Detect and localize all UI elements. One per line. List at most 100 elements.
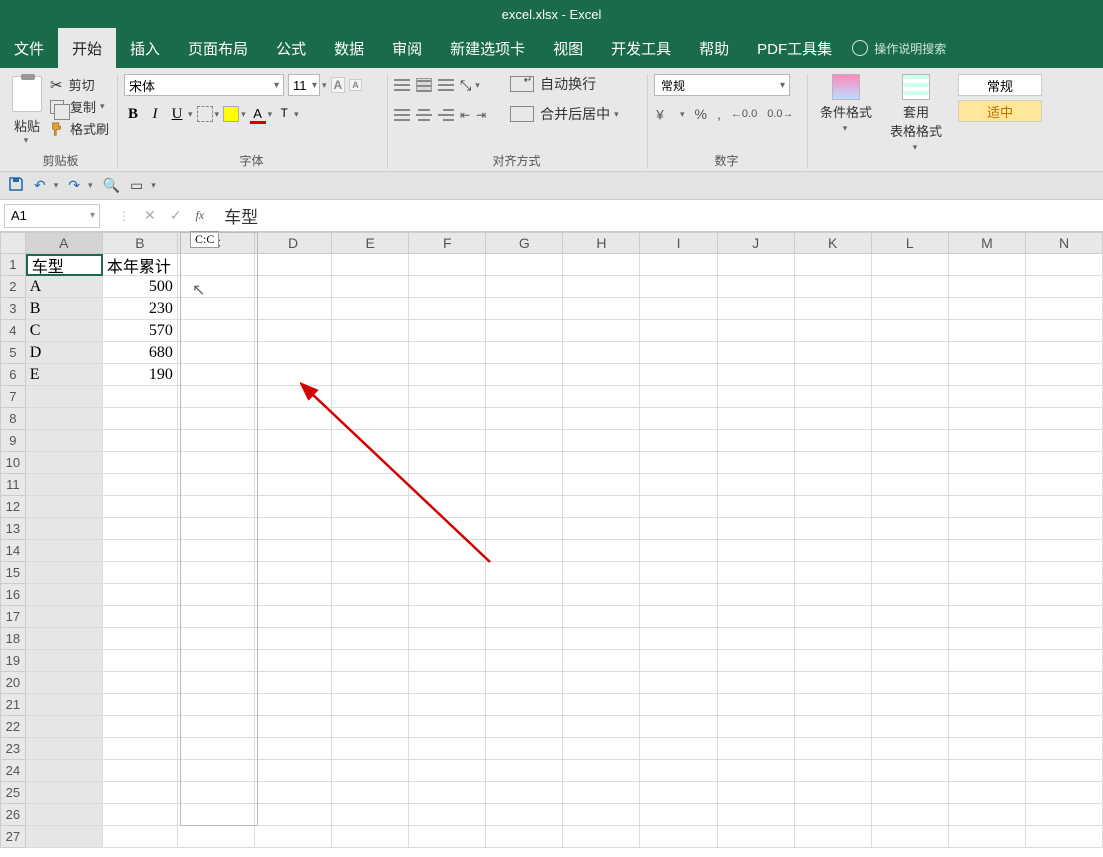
cell[interactable] bbox=[409, 540, 486, 562]
cell[interactable] bbox=[255, 694, 332, 716]
cell[interactable] bbox=[795, 562, 872, 584]
cell[interactable] bbox=[409, 298, 486, 320]
cell[interactable] bbox=[332, 386, 409, 408]
cell[interactable] bbox=[103, 672, 178, 694]
cell[interactable] bbox=[949, 738, 1026, 760]
cell[interactable] bbox=[255, 474, 332, 496]
cell[interactable] bbox=[332, 452, 409, 474]
cell[interactable] bbox=[718, 716, 795, 738]
tab-newtab[interactable]: 新建选项卡 bbox=[436, 28, 539, 68]
cell[interactable] bbox=[1026, 584, 1103, 606]
align-top-button[interactable] bbox=[394, 78, 410, 92]
align-left-button[interactable] bbox=[394, 108, 410, 122]
cell[interactable] bbox=[178, 826, 255, 848]
cell[interactable] bbox=[103, 694, 178, 716]
cell[interactable] bbox=[178, 716, 255, 738]
cell[interactable] bbox=[332, 540, 409, 562]
cell[interactable] bbox=[409, 452, 486, 474]
cell[interactable] bbox=[872, 320, 949, 342]
row-header[interactable]: 23 bbox=[0, 738, 26, 760]
cell[interactable] bbox=[26, 606, 103, 628]
cell[interactable] bbox=[26, 540, 103, 562]
cell[interactable] bbox=[949, 430, 1026, 452]
cell[interactable] bbox=[332, 298, 409, 320]
cell[interactable] bbox=[103, 716, 178, 738]
cell[interactable] bbox=[949, 298, 1026, 320]
format-painter-button[interactable]: 格式刷 bbox=[50, 118, 109, 139]
row-header[interactable]: 12 bbox=[0, 496, 26, 518]
cell[interactable] bbox=[949, 276, 1026, 298]
cell[interactable] bbox=[949, 716, 1026, 738]
cell[interactable] bbox=[26, 386, 103, 408]
cell[interactable] bbox=[563, 628, 640, 650]
cell[interactable] bbox=[332, 584, 409, 606]
row-header[interactable]: 9 bbox=[0, 430, 26, 452]
row-header[interactable]: 25 bbox=[0, 782, 26, 804]
tab-pdf[interactable]: PDF工具集 bbox=[743, 28, 846, 68]
cell[interactable] bbox=[563, 804, 640, 826]
font-name-select[interactable]: 宋体 bbox=[124, 74, 284, 96]
cell[interactable] bbox=[255, 606, 332, 628]
tab-formulas[interactable]: 公式 bbox=[262, 28, 320, 68]
cell[interactable] bbox=[103, 518, 178, 540]
cell[interactable] bbox=[795, 452, 872, 474]
cell-styles-gallery[interactable]: 常规 适中 bbox=[954, 74, 1042, 122]
cell[interactable]: 车型 bbox=[26, 254, 103, 276]
cell[interactable] bbox=[640, 606, 717, 628]
cell[interactable] bbox=[332, 804, 409, 826]
cell[interactable] bbox=[255, 518, 332, 540]
cell[interactable] bbox=[949, 628, 1026, 650]
cell[interactable] bbox=[103, 804, 178, 826]
cell[interactable] bbox=[795, 430, 872, 452]
font-color-button[interactable]: A bbox=[250, 106, 266, 122]
cell[interactable] bbox=[332, 364, 409, 386]
row-header[interactable]: 3 bbox=[0, 298, 26, 320]
cell[interactable] bbox=[1026, 782, 1103, 804]
cancel-formula-button[interactable]: ✕ bbox=[144, 207, 156, 224]
column-header-A[interactable]: A bbox=[26, 232, 103, 254]
cell[interactable] bbox=[872, 650, 949, 672]
cell[interactable] bbox=[486, 562, 563, 584]
cell[interactable] bbox=[795, 650, 872, 672]
cell[interactable] bbox=[26, 804, 103, 826]
cell[interactable] bbox=[409, 650, 486, 672]
chevron-down-icon[interactable]: ▾ bbox=[241, 109, 246, 120]
cell[interactable] bbox=[255, 738, 332, 760]
save-button[interactable] bbox=[8, 176, 24, 195]
cell[interactable] bbox=[718, 254, 795, 276]
cell[interactable] bbox=[178, 606, 255, 628]
cell[interactable] bbox=[872, 364, 949, 386]
cell[interactable] bbox=[332, 826, 409, 848]
cell[interactable] bbox=[486, 452, 563, 474]
cell[interactable] bbox=[178, 518, 255, 540]
cell[interactable]: 190 bbox=[103, 364, 178, 386]
cell[interactable] bbox=[26, 716, 103, 738]
cell[interactable] bbox=[409, 342, 486, 364]
cell[interactable] bbox=[640, 562, 717, 584]
row-header[interactable]: 27 bbox=[0, 826, 26, 848]
cell[interactable] bbox=[103, 826, 178, 848]
cell[interactable] bbox=[718, 562, 795, 584]
cell[interactable] bbox=[795, 584, 872, 606]
tab-insert[interactable]: 插入 bbox=[116, 28, 174, 68]
cell[interactable] bbox=[795, 518, 872, 540]
cell[interactable] bbox=[718, 672, 795, 694]
column-header-E[interactable]: E bbox=[332, 232, 409, 254]
wrap-text-button[interactable]: 自动换行 bbox=[510, 74, 619, 94]
spreadsheet-grid[interactable]: ABCDEFGHIJKLMN 1车型本年累计2A5003B2304C5705D6… bbox=[0, 232, 1103, 848]
qat-button[interactable]: ▭ bbox=[130, 177, 143, 194]
cell[interactable] bbox=[1026, 474, 1103, 496]
cell[interactable] bbox=[795, 738, 872, 760]
enter-formula-button[interactable]: ✓ bbox=[170, 207, 182, 224]
cell[interactable] bbox=[1026, 254, 1103, 276]
cell[interactable] bbox=[949, 342, 1026, 364]
cell[interactable] bbox=[872, 298, 949, 320]
cell[interactable]: A bbox=[26, 276, 103, 298]
cell[interactable] bbox=[409, 254, 486, 276]
cell[interactable] bbox=[872, 276, 949, 298]
cell[interactable] bbox=[718, 518, 795, 540]
cell[interactable] bbox=[178, 276, 255, 298]
cell[interactable] bbox=[103, 760, 178, 782]
cell[interactable] bbox=[718, 408, 795, 430]
cell[interactable] bbox=[178, 760, 255, 782]
